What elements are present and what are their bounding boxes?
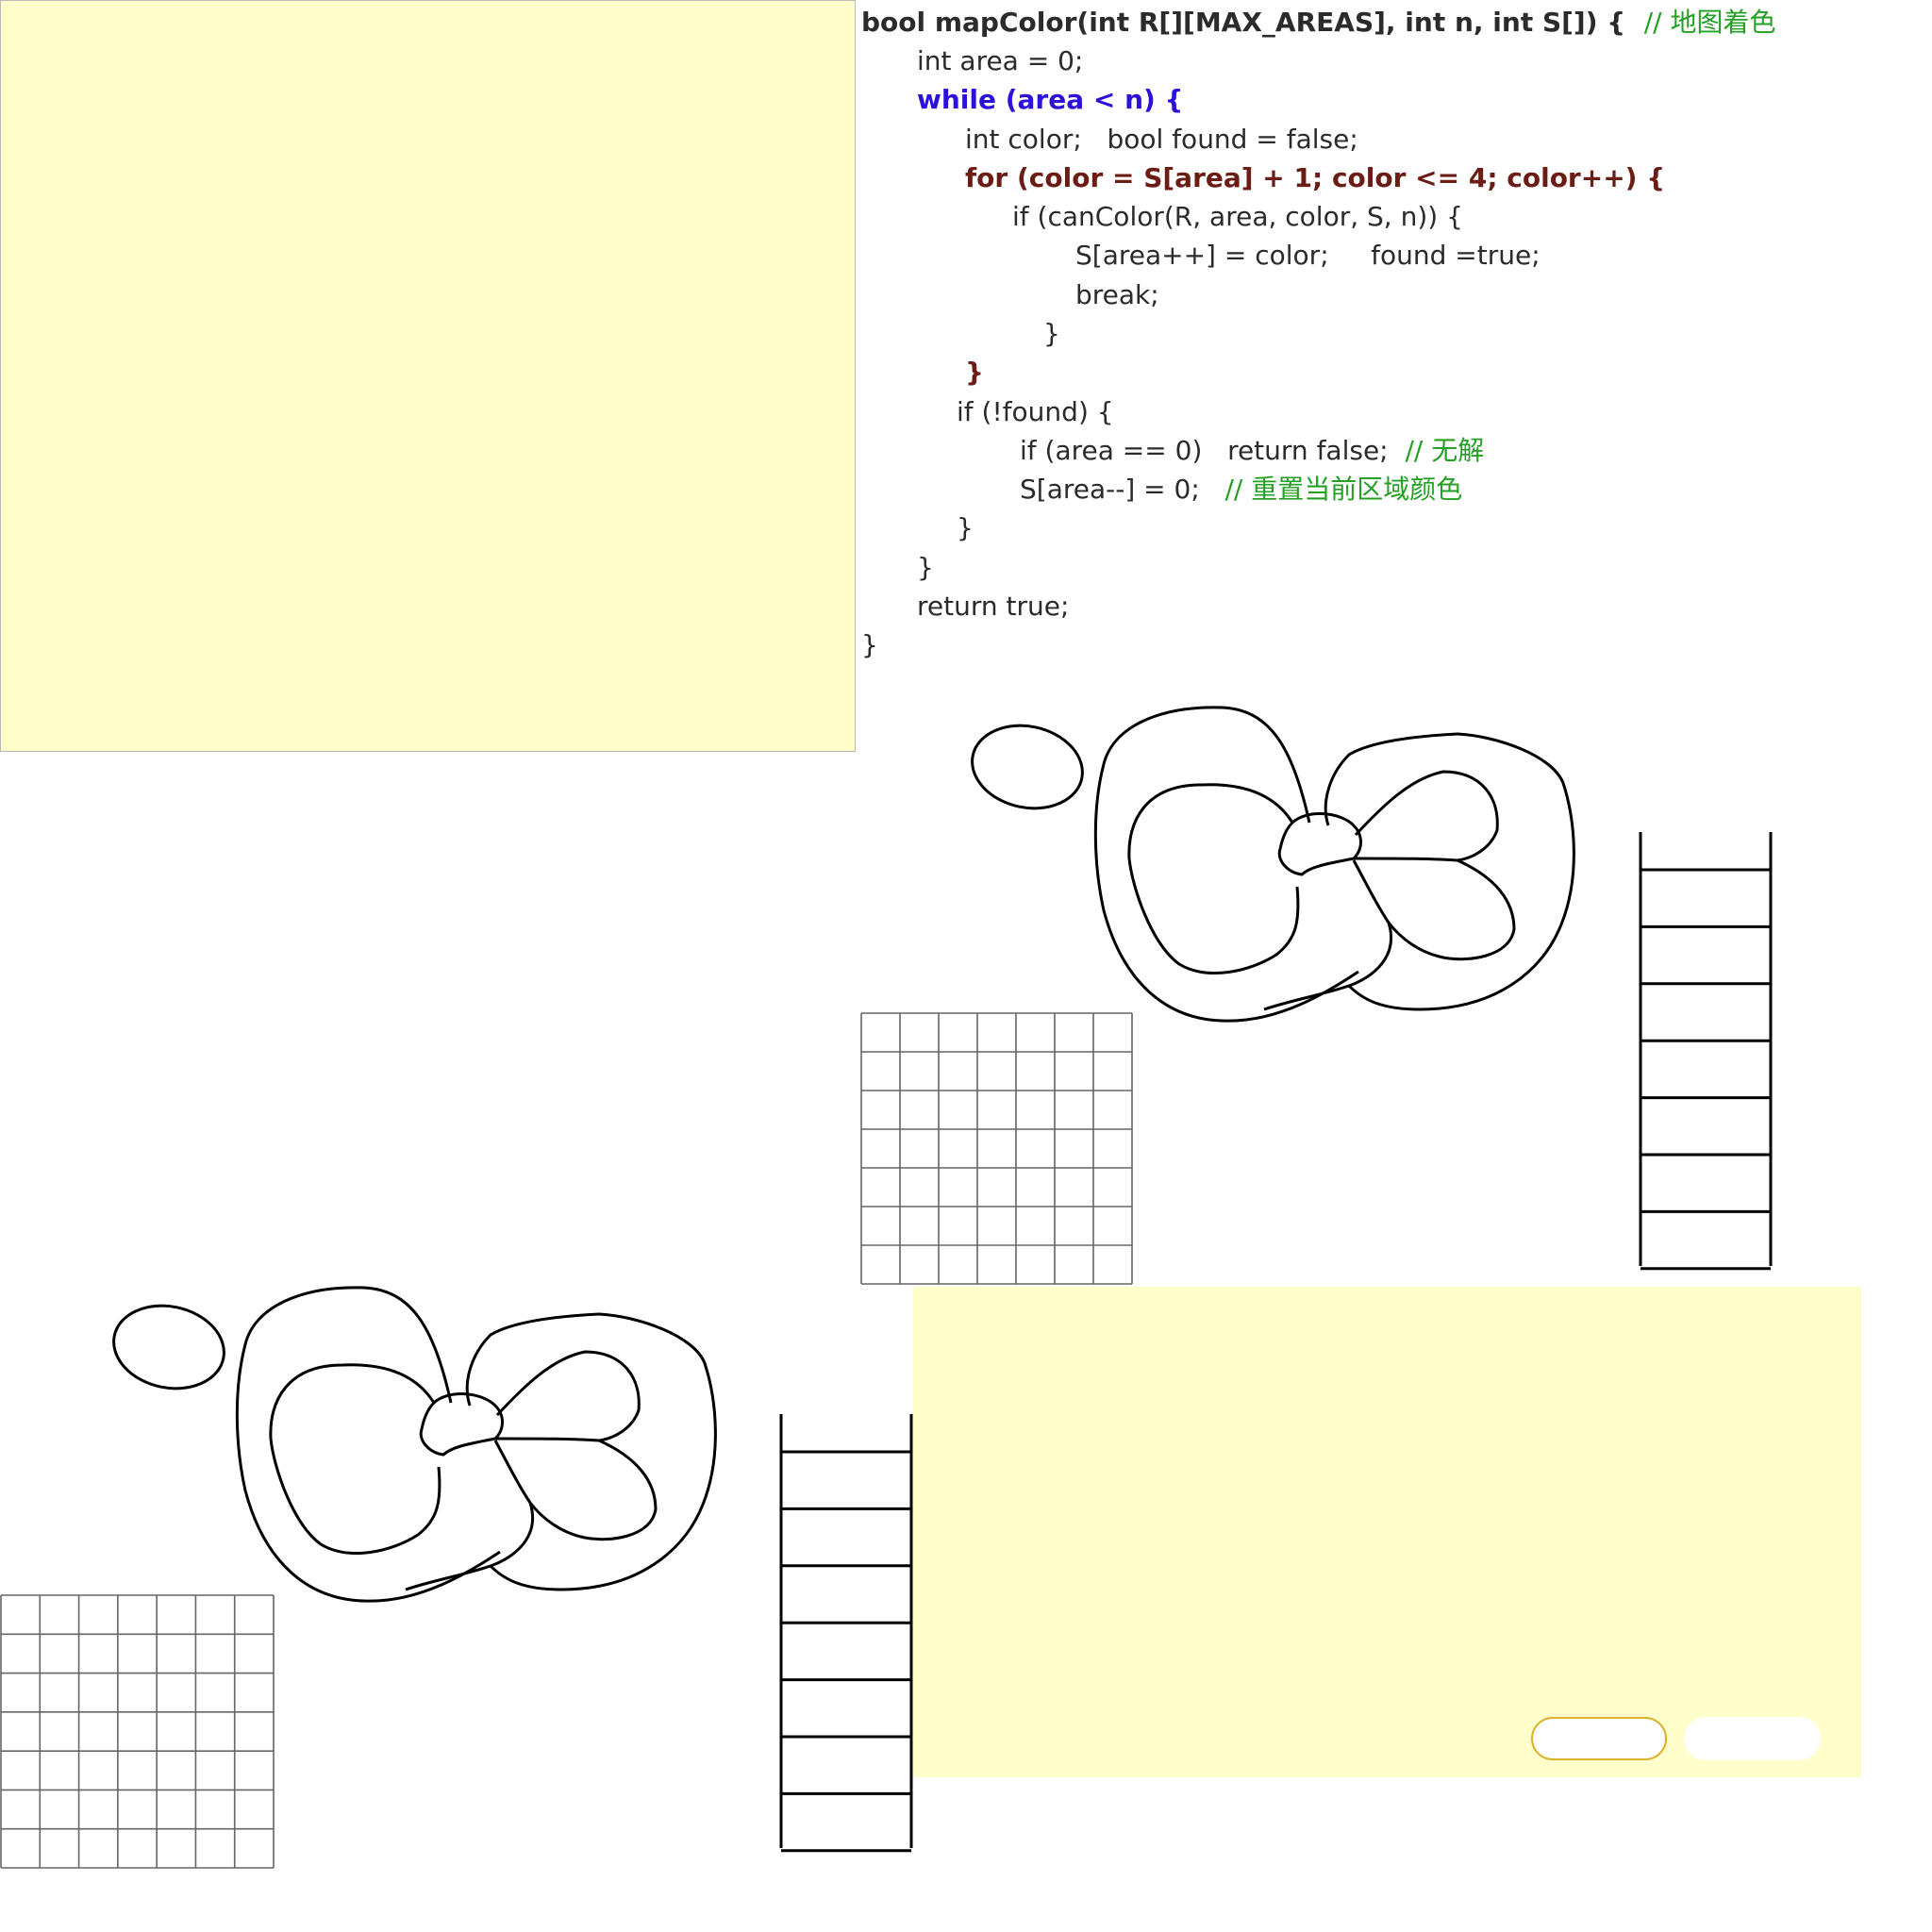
map-regions	[971, 706, 1575, 1023]
code-signature: bool mapColor(int R[][MAX_AREAS], int n,…	[861, 7, 1626, 38]
code-comment: // 重置当前区域颜色	[1224, 474, 1463, 505]
matrix-grid-bottom	[0, 1594, 275, 1869]
map-petal-upper	[1354, 770, 1499, 862]
yellow-panel-bottom	[913, 1287, 1861, 1777]
stack-diagram-bottom	[779, 1414, 913, 1853]
stack-diagram-top	[1639, 832, 1773, 1271]
map-island	[112, 1304, 225, 1391]
map-divider	[405, 1440, 534, 1591]
map-left-region-inner	[1127, 783, 1300, 974]
map-petal-lower	[1353, 857, 1516, 961]
code-line-17: }	[861, 629, 878, 660]
yellow-panel-top	[0, 0, 856, 752]
code-line-16: return true;	[917, 591, 1070, 622]
code-return-false: if (area == 0) return false;	[1020, 435, 1389, 466]
code-line-7: S[area++] = color; found =true;	[1075, 240, 1541, 271]
code-line-6: if (canColor(R, area, color, S, n)) {	[1012, 201, 1463, 232]
map-regions	[112, 1286, 717, 1603]
code-line-12: if (area == 0) return false; // 无解	[1020, 432, 1484, 470]
map-drawing-top	[971, 706, 1575, 1023]
matrix-grid-top	[860, 1012, 1133, 1285]
code-line-4: int color; bool found = false;	[965, 124, 1358, 155]
code-comment: // 地图着色	[1643, 7, 1776, 38]
code-line-2: int area = 0;	[917, 45, 1084, 76]
code-line-10: }	[965, 357, 984, 388]
pill-button-plain[interactable]	[1684, 1717, 1821, 1760]
pill-button-outlined[interactable]	[1531, 1717, 1667, 1760]
code-comment: // 无解	[1405, 435, 1485, 466]
code-line-15: }	[917, 552, 934, 583]
map-left-region-outer	[235, 1286, 501, 1603]
map-left-region-outer	[1093, 706, 1359, 1023]
code-line-5: for (color = S[area] + 1; color <= 4; co…	[965, 162, 1666, 193]
code-line-11: if (!found) {	[957, 396, 1114, 427]
map-drawing-bottom	[112, 1286, 717, 1603]
map-divider	[1263, 859, 1392, 1011]
code-line-13: S[area--] = 0; // 重置当前区域颜色	[1020, 471, 1462, 508]
map-island	[971, 724, 1084, 810]
code-block: bool mapColor(int R[][MAX_AREAS], int n,…	[861, 4, 1899, 664]
code-line-14: }	[957, 512, 974, 543]
code-line-3: while (area < n) {	[917, 84, 1184, 115]
map-petal-lower	[494, 1437, 658, 1541]
map-left-region-inner	[269, 1363, 441, 1555]
map-center-region	[419, 1392, 504, 1457]
code-reset: S[area--] = 0;	[1020, 474, 1200, 505]
map-petal-upper	[495, 1350, 641, 1442]
code-line-8: break;	[1075, 279, 1159, 310]
map-right-region-outer	[1324, 732, 1575, 1011]
map-right-region-outer	[465, 1312, 717, 1591]
code-line-1: bool mapColor(int R[][MAX_AREAS], int n,…	[861, 4, 1775, 42]
map-center-region	[1277, 812, 1362, 876]
code-line-9: }	[1043, 318, 1060, 349]
